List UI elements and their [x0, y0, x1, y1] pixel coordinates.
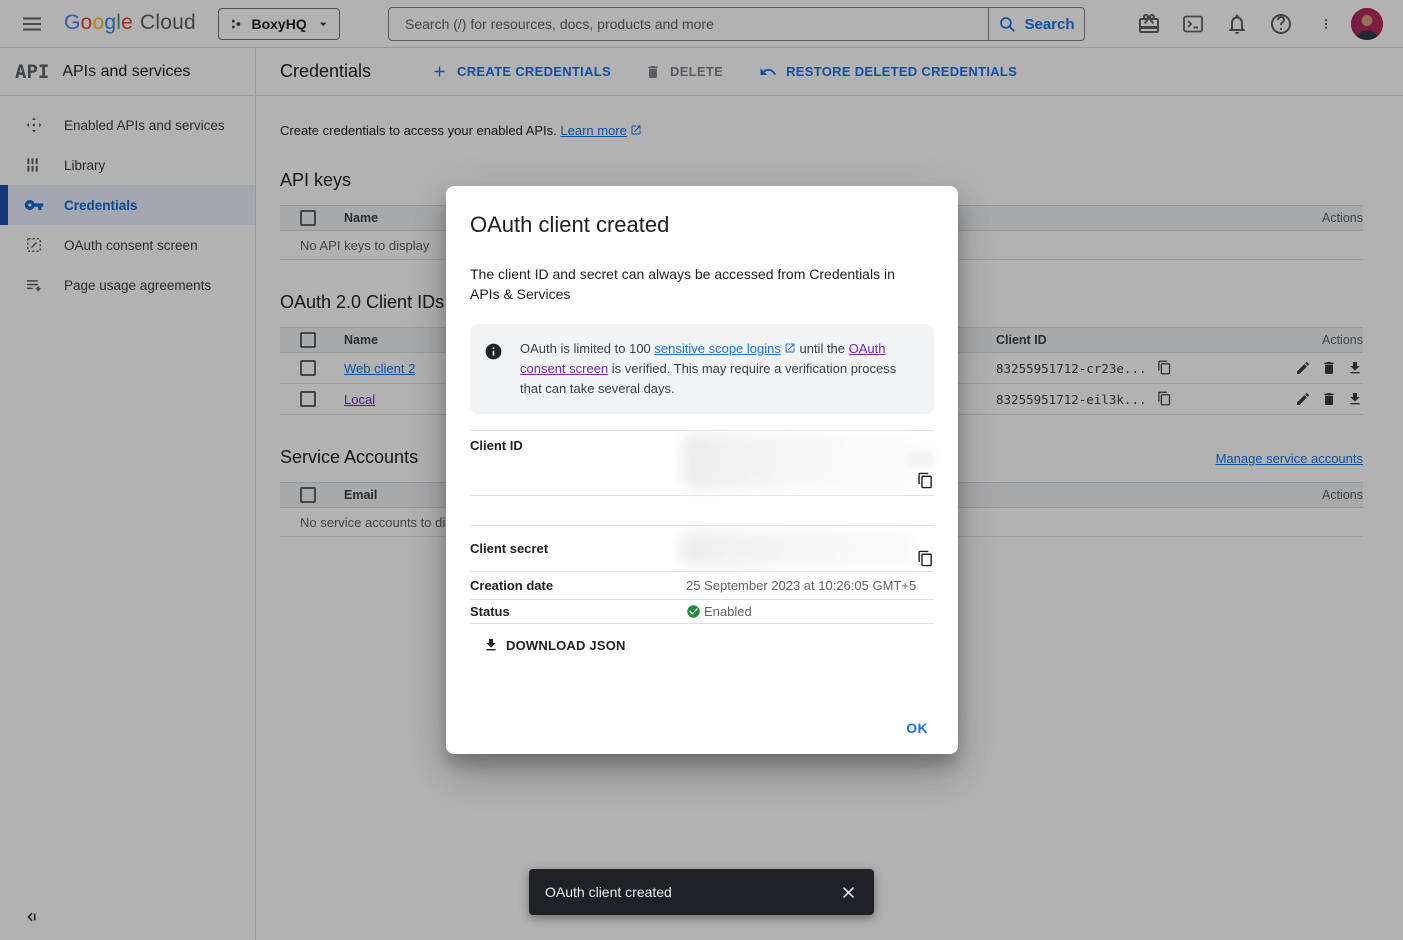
check-circle-icon: [686, 604, 701, 619]
creation-date-label: Creation date: [470, 578, 686, 593]
redacted-client-secret: [680, 531, 914, 567]
dialog-subtitle: The client ID and secret can always be a…: [470, 264, 916, 304]
notice-text: OAuth is limited to 100 sensitive scope …: [520, 339, 918, 399]
toast-close-button[interactable]: [839, 883, 858, 902]
notice-pre: OAuth is limited to 100: [520, 341, 654, 356]
notice-mid: until the: [796, 341, 849, 356]
ok-button[interactable]: OK: [900, 716, 934, 740]
redacted-client-id: [682, 434, 914, 490]
toast-message: OAuth client created: [545, 884, 672, 900]
download-json-label: DOWNLOAD JSON: [506, 638, 626, 653]
oauth-limit-notice: OAuth is limited to 100 sensitive scope …: [470, 324, 934, 414]
creation-date-value: 25 September 2023 at 10:26:05 GMT+5: [686, 572, 934, 599]
toast-snackbar: OAuth client created: [529, 869, 874, 915]
creation-date-row: Creation date 25 September 2023 at 10:26…: [470, 571, 934, 599]
download-icon: [483, 637, 499, 653]
copy-icon: [917, 472, 934, 489]
external-link-icon: [784, 342, 796, 354]
status-value: Enabled: [704, 604, 752, 619]
sensitive-scope-logins-link[interactable]: sensitive scope logins: [654, 341, 780, 356]
dialog-title: OAuth client created: [470, 212, 934, 238]
copy-client-id-button[interactable]: [917, 472, 934, 489]
client-secret-label: Client secret: [470, 541, 686, 556]
oauth-client-created-dialog: OAuth client created The client ID and s…: [446, 186, 958, 754]
close-icon: [839, 883, 858, 902]
client-properties: Client ID Client secret Creation date 25…: [470, 430, 934, 624]
copy-icon: [917, 550, 934, 567]
redacted-client-id: [908, 451, 934, 467]
spacer-row: [470, 495, 934, 525]
client-id-row: Client ID: [470, 430, 934, 495]
client-id-label: Client ID: [470, 431, 686, 453]
copy-client-secret-button[interactable]: [917, 550, 934, 567]
info-icon: [484, 342, 503, 361]
download-json-button[interactable]: DOWNLOAD JSON: [483, 637, 626, 653]
status-label: Status: [470, 604, 686, 619]
client-secret-row: Client secret: [470, 525, 934, 571]
status-row: Status Enabled: [470, 599, 934, 624]
